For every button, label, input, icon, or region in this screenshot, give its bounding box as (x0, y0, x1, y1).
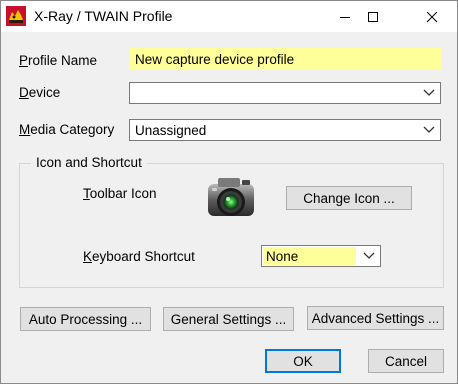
maximize-button[interactable] (350, 1, 396, 32)
change-icon-button[interactable]: Change Icon ... (286, 186, 412, 210)
keyboard-shortcut-select[interactable]: None (261, 245, 381, 267)
keyboard-shortcut-value: None (266, 249, 299, 264)
close-button[interactable] (409, 1, 455, 32)
advanced-settings-button[interactable]: Advanced Settings ... (307, 306, 444, 330)
icon-shortcut-group-title: Icon and Shortcut (31, 155, 147, 170)
x-ray-app-icon (6, 6, 26, 26)
chevron-down-icon (363, 252, 375, 259)
cancel-button-label: Cancel (384, 353, 428, 369)
media-category-label: Media Category (19, 122, 115, 137)
cancel-button[interactable]: Cancel (368, 349, 444, 373)
maximize-icon (368, 11, 378, 22)
general-settings-button[interactable]: General Settings ... (163, 307, 294, 331)
change-icon-button-label: Change Icon ... (303, 190, 395, 206)
general-settings-button-label: General Settings ... (170, 311, 287, 327)
chevron-down-icon (423, 89, 435, 96)
keyboard-shortcut-label: Keyboard Shortcut (83, 249, 195, 264)
media-category-value: Unassigned (135, 123, 207, 138)
profile-name-label: Profile Name (19, 53, 98, 68)
chevron-down-icon (423, 126, 435, 133)
close-icon (426, 11, 438, 22)
camera-icon (208, 178, 254, 216)
profile-name-value: New capture device profile (135, 52, 295, 67)
ok-button-label: OK (293, 353, 313, 369)
auto-processing-button[interactable]: Auto Processing ... (20, 307, 151, 331)
auto-processing-button-label: Auto Processing ... (28, 311, 143, 327)
device-select[interactable] (129, 82, 441, 104)
profile-dialog: X-Ray / TWAIN Profile Profile Name New c… (0, 0, 458, 384)
media-category-select[interactable]: Unassigned (129, 119, 441, 141)
device-label: Device (19, 85, 61, 100)
profile-name-input[interactable]: New capture device profile (129, 48, 441, 70)
advanced-settings-button-label: Advanced Settings ... (311, 310, 440, 326)
ok-button[interactable]: OK (265, 349, 341, 373)
toolbar-icon-label: Toolbar Icon (83, 186, 157, 201)
title-bar[interactable]: X-Ray / TWAIN Profile (1, 1, 457, 32)
window-title: X-Ray / TWAIN Profile (34, 8, 173, 24)
